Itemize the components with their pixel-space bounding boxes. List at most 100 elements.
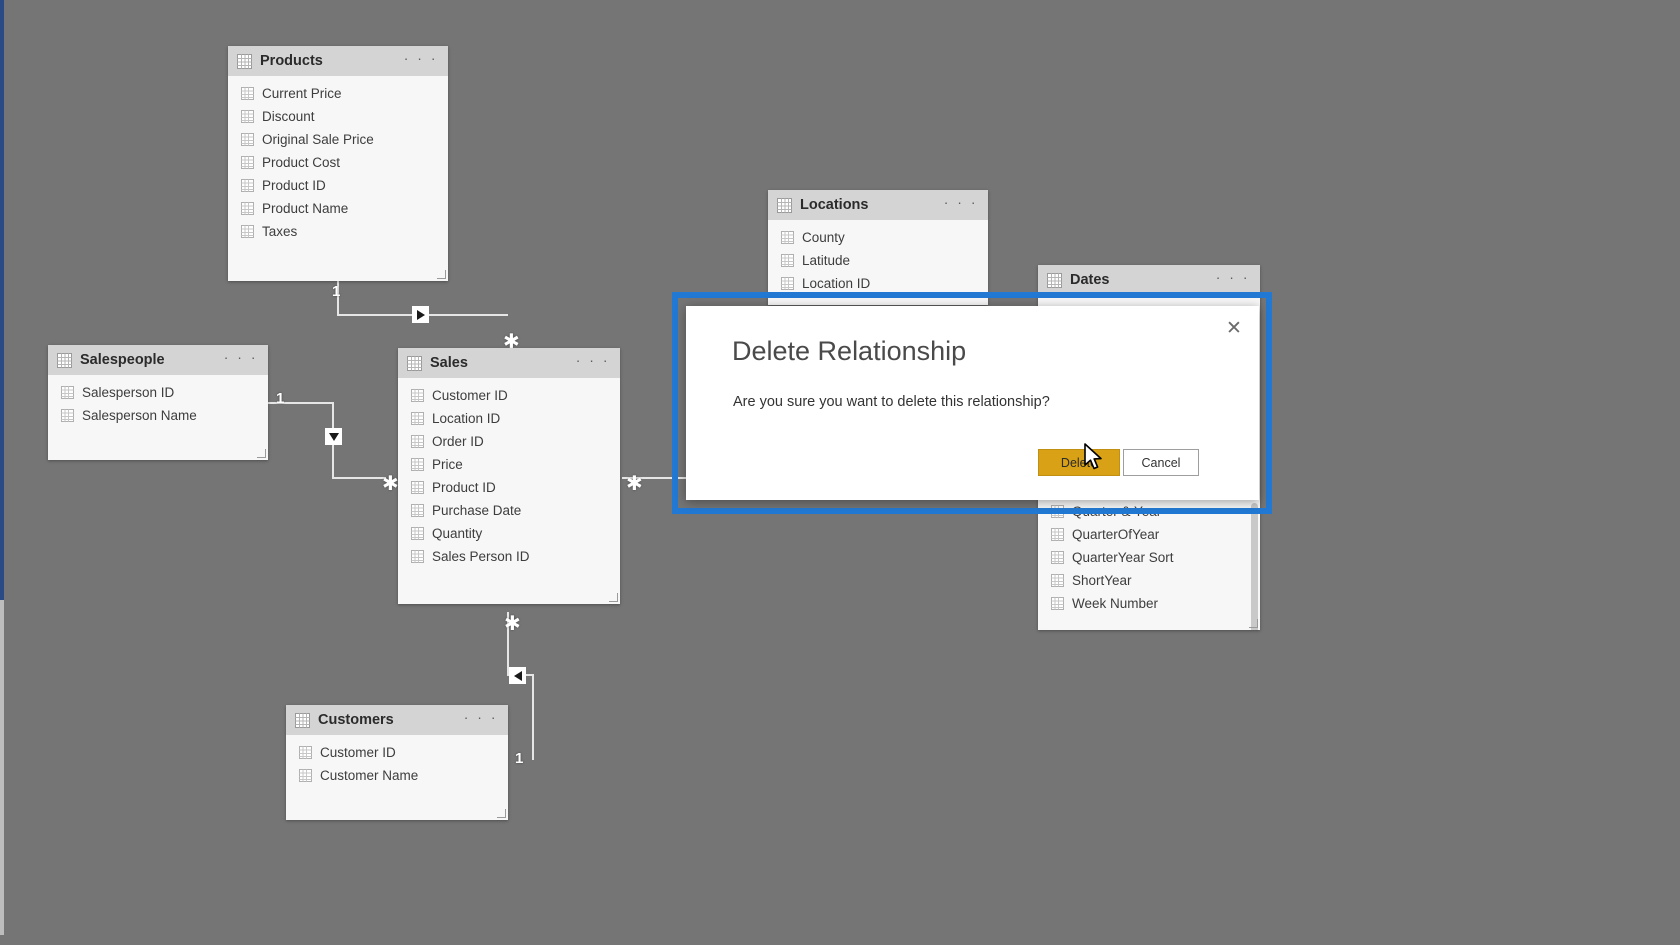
cardinality-one-salespeople: 1	[276, 390, 285, 407]
field-row[interactable]: Order ID	[398, 430, 620, 453]
field-row[interactable]: Latitude	[768, 249, 988, 272]
vertical-scrollbar[interactable]	[1251, 503, 1258, 630]
field-row[interactable]: QuarterYear Sort	[1038, 546, 1260, 569]
field-label: Product Cost	[262, 155, 341, 170]
field-row[interactable]: Sales Person ID	[398, 545, 620, 568]
table-card-customers[interactable]: Customers · · · Customer ID Customer Nam…	[286, 705, 508, 820]
column-icon	[411, 458, 424, 471]
column-icon	[411, 412, 424, 425]
table-icon	[777, 197, 792, 213]
delete-relationship-dialog[interactable]: ✕ Delete Relationship Are you sure you w…	[686, 306, 1259, 500]
column-icon	[1051, 574, 1064, 587]
field-row[interactable]: Salesperson Name	[48, 404, 268, 427]
cardinality-one-products: 1	[332, 283, 341, 300]
table-fields-locations: County Latitude Location ID	[768, 220, 988, 303]
cardinality-many-salespeople-sales: ✱	[382, 473, 399, 495]
field-row[interactable]: Price	[398, 453, 620, 476]
table-card-locations[interactable]: Locations · · · County Latitude Location…	[768, 190, 988, 305]
field-row[interactable]: Purchase Date	[398, 499, 620, 522]
column-icon	[1051, 551, 1064, 564]
table-header-dates[interactable]: Dates · · ·	[1038, 265, 1260, 295]
column-icon	[241, 133, 254, 146]
column-icon	[1051, 528, 1064, 541]
arrow-left-icon	[513, 670, 522, 681]
field-row[interactable]: Week Number	[1038, 592, 1260, 615]
field-row[interactable]: Customer ID	[398, 384, 620, 407]
table-fields-customers: Customer ID Customer Name	[286, 735, 508, 795]
relationship-arrow-products-sales[interactable]	[412, 306, 429, 323]
field-row[interactable]: Salesperson ID	[48, 381, 268, 404]
relationship-arrow-salespeople-sales[interactable]	[325, 428, 342, 445]
model-relationship-canvas[interactable]: 1 ✱ 1 ✱ ✱ ✱ 1 Products · · · Current Pri…	[0, 0, 1680, 945]
table-card-salespeople[interactable]: Salespeople · · · Salesperson ID Salespe…	[48, 345, 268, 460]
table-menu-salespeople[interactable]: · · ·	[224, 350, 258, 367]
table-header-locations[interactable]: Locations · · ·	[768, 190, 988, 220]
close-icon[interactable]: ✕	[1219, 314, 1249, 342]
left-edge-bottom-strip	[0, 935, 4, 945]
field-label: Salesperson ID	[82, 385, 175, 400]
column-icon	[299, 746, 312, 759]
field-row[interactable]: Taxes	[228, 220, 448, 243]
field-label: Customer ID	[320, 745, 396, 760]
cancel-button[interactable]: Cancel	[1123, 449, 1199, 476]
table-menu-customers[interactable]: · · ·	[464, 710, 498, 727]
relationship-arrow-sales-customers[interactable]	[509, 667, 526, 684]
field-label: Discount	[262, 109, 315, 124]
table-fields-salespeople: Salesperson ID Salesperson Name	[48, 375, 268, 435]
field-label: Week Number	[1072, 596, 1159, 611]
table-card-sales[interactable]: Sales · · · Customer ID Location ID Orde…	[398, 348, 620, 604]
resize-handle[interactable]	[1249, 619, 1258, 628]
arrow-right-icon	[416, 309, 425, 320]
field-row[interactable]: Current Price	[228, 82, 448, 105]
field-row[interactable]: Original Sale Price	[228, 128, 448, 151]
field-row[interactable]: Quantity	[398, 522, 620, 545]
field-row[interactable]: Product Cost	[228, 151, 448, 174]
field-row[interactable]: Discount	[228, 105, 448, 128]
field-label: Order ID	[432, 434, 484, 449]
field-row[interactable]: Location ID	[398, 407, 620, 430]
field-row[interactable]: County	[768, 226, 988, 249]
field-label: Location ID	[802, 276, 871, 291]
column-icon	[411, 435, 424, 448]
table-header-sales[interactable]: Sales · · ·	[398, 348, 620, 378]
field-row[interactable]: Product ID	[228, 174, 448, 197]
column-icon	[299, 769, 312, 782]
table-header-products[interactable]: Products · · ·	[228, 46, 448, 76]
table-menu-dates[interactable]: · · ·	[1216, 270, 1250, 287]
field-label: Current Price	[262, 86, 342, 101]
table-fields-products: Current Price Discount Original Sale Pri…	[228, 76, 448, 251]
delete-button[interactable]: Delete	[1038, 449, 1120, 476]
dialog-message: Are you sure you want to delete this rel…	[733, 394, 1050, 410]
table-menu-sales[interactable]: · · ·	[576, 353, 610, 370]
column-icon	[411, 481, 424, 494]
field-row[interactable]: QuarterOfYear	[1038, 523, 1260, 546]
field-label: Product ID	[262, 178, 326, 193]
resize-handle[interactable]	[609, 593, 618, 602]
dialog-title: Delete Relationship	[732, 336, 967, 366]
field-label: Customer Name	[320, 768, 419, 783]
field-label: ShortYear	[1072, 573, 1132, 588]
table-header-customers[interactable]: Customers · · ·	[286, 705, 508, 735]
field-row[interactable]: Customer Name	[286, 764, 508, 787]
field-row[interactable]: Product ID	[398, 476, 620, 499]
resize-handle[interactable]	[437, 270, 446, 279]
field-label: County	[802, 230, 845, 245]
field-label: Salesperson Name	[82, 408, 197, 423]
table-header-salespeople[interactable]: Salespeople · · ·	[48, 345, 268, 375]
table-menu-products[interactable]: · · ·	[404, 51, 438, 68]
field-row[interactable]: Product Name	[228, 197, 448, 220]
column-icon	[781, 277, 794, 290]
field-row[interactable]: Customer ID	[286, 741, 508, 764]
table-icon	[407, 355, 422, 371]
table-menu-locations[interactable]: · · ·	[944, 195, 978, 212]
table-icon	[295, 712, 310, 728]
column-icon	[241, 225, 254, 238]
arrow-down-icon	[328, 432, 339, 441]
field-label: Latitude	[802, 253, 851, 268]
resize-handle[interactable]	[257, 449, 266, 458]
field-row[interactable]: ShortYear	[1038, 569, 1260, 592]
table-card-products[interactable]: Products · · · Current Price Discount Or…	[228, 46, 448, 281]
column-icon	[411, 504, 424, 517]
table-fields-sales: Customer ID Location ID Order ID Price P…	[398, 378, 620, 576]
resize-handle[interactable]	[497, 809, 506, 818]
